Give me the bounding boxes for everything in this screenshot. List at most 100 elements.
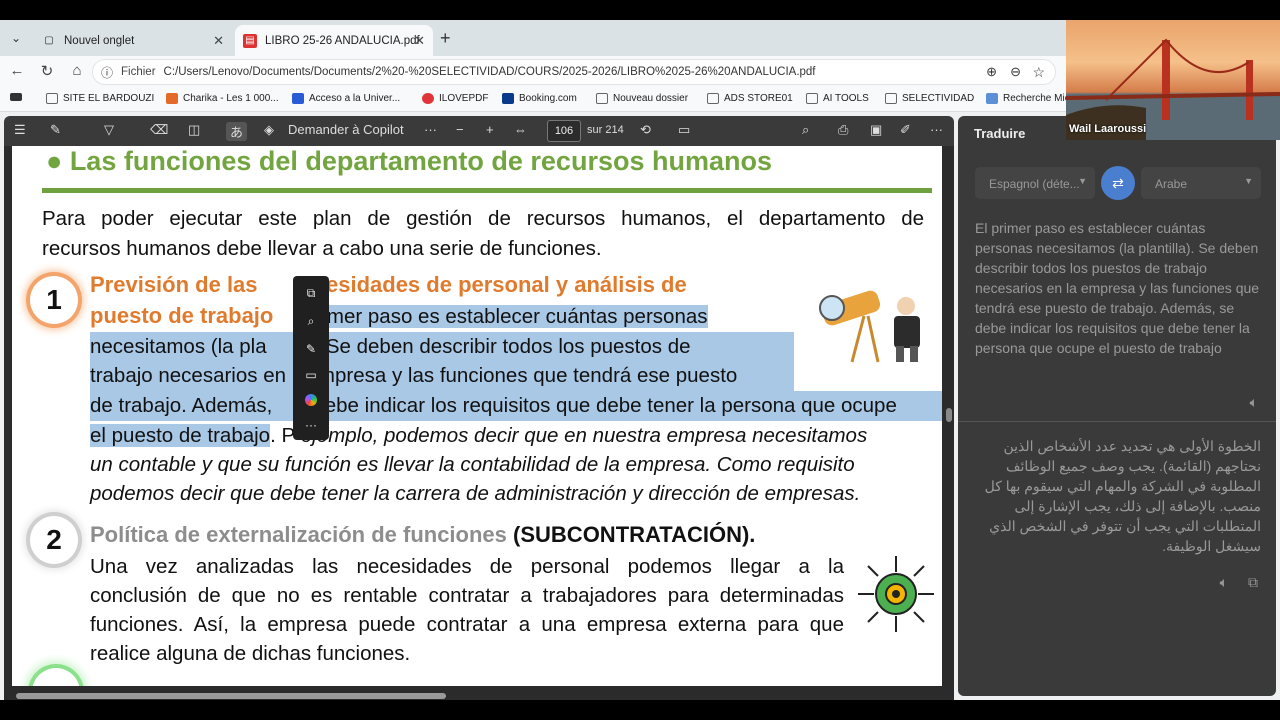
folder-icon — [46, 93, 58, 104]
speaker-icon[interactable]: 🔈︎ — [1250, 394, 1258, 411]
tab-new[interactable]: ▢ Nouvel onglet ✕ — [34, 25, 232, 56]
telescope-illustration — [819, 290, 920, 363]
print-icon[interactable]: ⎙ — [838, 122, 848, 138]
new-tab-icon[interactable]: + — [440, 28, 451, 49]
paragraph-line: trabajo necesarios en empresa y las func… — [90, 361, 794, 391]
divider — [42, 188, 932, 193]
copilot-button[interactable]: Demander à Copilot — [288, 122, 404, 137]
paragraph-line: podemos decir que debe tener la carrera … — [90, 482, 861, 505]
bookmark-item[interactable]: Booking.com — [502, 93, 577, 104]
folder-icon — [885, 93, 897, 104]
paragraph-line: el puesto de trabajo. P ejemplo, podemos… — [90, 424, 868, 447]
scroll-thumb[interactable] — [16, 693, 446, 699]
bookmark-item[interactable]: Acceso a la Univer... — [292, 93, 400, 104]
search-icon[interactable]: ⌕ — [293, 314, 329, 329]
bookmark-item[interactable]: AI TOOLS — [806, 93, 869, 104]
site-icon — [166, 93, 178, 104]
gear-illustration — [858, 556, 934, 632]
bookmark-item[interactable]: ILOVEPDF — [422, 93, 488, 104]
swap-languages-button[interactable]: ⇄ — [1101, 166, 1135, 200]
tab-pdf[interactable]: ▤ LIBRO 25-26 ANDALUCIA.pdf ✕ — [235, 25, 433, 56]
paragraph-line: Para poder ejecutar este plan de gestión… — [42, 207, 924, 230]
chevron-down-icon: ▼ — [1078, 176, 1087, 186]
chevron-down-icon: ▼ — [1244, 176, 1253, 186]
comment-icon[interactable]: ▭ — [293, 368, 329, 382]
copy-icon[interactable]: ⧉ — [1248, 574, 1258, 591]
scroll-thumb[interactable] — [946, 408, 952, 422]
source-language-select[interactable]: Espagnol (déte... ▼ — [975, 167, 1095, 199]
more-options-icon[interactable]: ··· — [930, 122, 943, 137]
highlight-icon[interactable]: ✎ — [50, 122, 61, 138]
site-icon — [502, 93, 514, 104]
paragraph-line: puesto de trabajo l primer paso es estab… — [90, 303, 708, 328]
page-view-icon[interactable]: ▭ — [678, 122, 690, 138]
pdf-viewer: ● Las funciones del departamento de recu… — [4, 146, 954, 702]
refresh-icon[interactable]: ↻ — [36, 62, 58, 80]
webcam-name: Wail Laaroussi — [1069, 123, 1147, 135]
selection-context-menu: ⧉ ⌕ ✎ ▭ ··· — [293, 276, 329, 440]
bookmark-icon-left[interactable] — [10, 93, 27, 101]
speaker-icon[interactable]: 🔈︎ — [1220, 574, 1228, 591]
source-text[interactable]: El primer paso es establecer cuántas per… — [975, 218, 1265, 358]
highlight-icon[interactable]: ✎ — [293, 342, 329, 356]
translated-text: الخطوة الأولى هي تحديد عدد الأشخاص الذين… — [984, 438, 1261, 554]
paragraph-line: funciones. Así, la empresa puede contrat… — [90, 613, 844, 636]
vertical-scrollbar[interactable] — [944, 146, 954, 702]
back-icon[interactable]: ← — [6, 62, 28, 79]
search-icon[interactable]: ⌕ — [802, 122, 809, 138]
bridge-image — [1066, 38, 1280, 140]
bookmark-item[interactable]: SELECTIVIDAD — [885, 93, 974, 104]
view-icon[interactable]: ◫ — [188, 122, 200, 138]
zoom-icon[interactable]: ⊖ — [1010, 64, 1021, 80]
page-icon: ▢ — [44, 35, 54, 46]
info-icon: ⓘ — [101, 65, 114, 80]
section-number-3 — [32, 668, 80, 686]
more-icon[interactable]: ··· — [424, 122, 437, 137]
bookmark-item[interactable]: ADS STORE01 — [707, 93, 793, 104]
screen-bottom-bar — [0, 700, 1280, 720]
bookmark-item[interactable]: Charika - Les 1 000... — [166, 93, 279, 104]
bookmark-item[interactable]: Nouveau dossier — [596, 93, 688, 104]
folder-icon — [806, 93, 818, 104]
contents-icon[interactable]: ☰ — [14, 122, 26, 138]
rotate-icon[interactable]: ⟲ — [640, 122, 651, 138]
url-input[interactable]: ⓘ Fichier C:/Users/Lenovo/Documents/Docu… — [92, 59, 1056, 85]
page-number-input[interactable]: 106 — [547, 120, 581, 142]
paragraph-line: necesitamos (la pla ). Se deben describi… — [90, 332, 794, 362]
pdf-toolbar: ☰ ✎ ▽ ⌫ ◫ あ ◈ Demander à Copilot ··· − +… — [4, 116, 954, 146]
section-number-1: 1 — [30, 276, 78, 324]
more-icon[interactable]: ··· — [293, 418, 329, 432]
target-language-select[interactable]: Arabe ▼ — [1141, 167, 1261, 199]
paragraph-line: recursos humanos debe llevar a cabo una … — [42, 237, 602, 260]
eraser-icon[interactable]: ⌫ — [150, 122, 168, 138]
fit-icon[interactable]: ⇔ — [514, 122, 527, 137]
copilot-icon[interactable] — [293, 394, 329, 409]
draw-icon[interactable]: ▽ — [104, 122, 114, 138]
section-2-title: Política de externalización de funciones… — [90, 522, 756, 547]
close-icon[interactable]: ✕ — [414, 33, 425, 49]
divider — [958, 421, 1276, 422]
zoom-in-icon[interactable]: + — [486, 122, 494, 137]
bookmark-item[interactable]: SITE EL BARDOUZI — [46, 93, 154, 104]
zoom-out-icon[interactable]: − — [456, 122, 464, 137]
save-icon[interactable]: ▣ — [870, 122, 882, 138]
section-1-title: Previsión de las ecesidades de personal … — [90, 272, 687, 297]
translate-icon[interactable]: ⊕ — [986, 64, 997, 80]
webcam-overlay: Wail Laaroussi — [1066, 20, 1280, 140]
site-icon — [986, 93, 998, 104]
copilot-icon[interactable]: ◈ — [264, 122, 274, 138]
pdf-page: ● Las funciones del departamento de recu… — [12, 146, 942, 686]
tab-list-button[interactable]: ⌄ — [6, 28, 26, 48]
bookmark-item[interactable]: Recherche Mic — [986, 93, 1070, 104]
star-icon[interactable]: ☆ — [1032, 64, 1045, 81]
read-aloud-icon[interactable]: あ — [226, 122, 248, 141]
copy-icon[interactable]: ⧉ — [293, 286, 329, 301]
heart-icon — [422, 93, 434, 104]
close-icon[interactable]: ✕ — [213, 33, 224, 49]
panel-title: Traduire — [974, 126, 1026, 141]
paragraph-line: conclusión de que no es rentable contrat… — [90, 584, 844, 607]
home-icon[interactable]: ⌂ — [66, 62, 88, 79]
save-as-icon[interactable]: ✐ — [900, 122, 911, 138]
folder-icon — [596, 93, 608, 104]
paragraph-line: de trabajo. Además, debe indicar los req… — [90, 391, 942, 421]
